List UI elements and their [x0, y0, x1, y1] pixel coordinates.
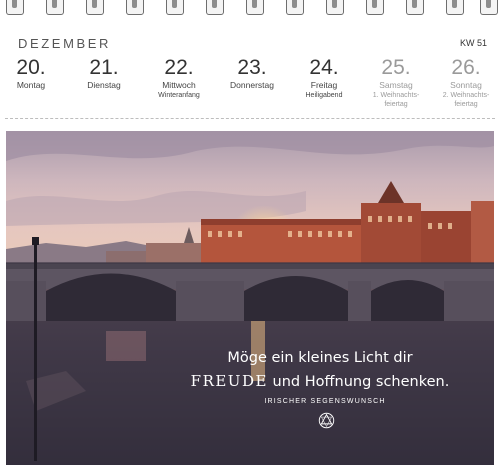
quote-line-2-rest: und Hoffnung schenken.	[267, 374, 450, 390]
quote-emphasis: FREUDE	[190, 372, 268, 390]
binding-ring	[480, 0, 498, 15]
day-name: Samstag	[379, 80, 413, 90]
binding-ring	[46, 0, 64, 15]
day-name: Sonntag	[450, 80, 482, 90]
day-friday: 24. Freitag Heiligabend	[289, 56, 359, 100]
day-note: 1. Weihnachts-	[372, 92, 420, 99]
month-title: DEZEMBER	[18, 36, 112, 51]
day-number: 20.	[16, 56, 46, 79]
day-number: 25.	[381, 56, 411, 79]
photo-illustration	[6, 131, 494, 465]
day-number: 26.	[451, 56, 481, 79]
binding-ring	[366, 0, 384, 15]
binding-ring	[206, 0, 224, 15]
binding-ring	[286, 0, 304, 15]
day-tuesday: 21. Dienstag	[69, 56, 139, 91]
day-note-cont: feiertag	[454, 101, 478, 108]
binding-ring	[326, 0, 344, 15]
day-number: 22.	[164, 56, 194, 79]
day-name: Montag	[16, 80, 46, 90]
quote-line-1: Möge ein kleines Licht dir	[227, 350, 413, 366]
week-number: KW 51	[459, 38, 487, 48]
bridge-photo	[6, 131, 494, 465]
dashed-divider	[5, 118, 495, 119]
day-name: Donnerstag	[230, 80, 274, 90]
celtic-knot-icon	[318, 412, 335, 429]
day-name: Dienstag	[87, 80, 121, 90]
binding-ring	[6, 0, 24, 15]
day-wednesday: 22. Mittwoch Winteranfang	[144, 56, 214, 100]
day-thursday: 23. Donnerstag	[217, 56, 287, 91]
day-note: Winteranfang	[158, 92, 200, 99]
binding-ring	[126, 0, 144, 15]
day-saturday: 25. Samstag 1. Weihnachts- feiertag	[361, 56, 431, 109]
spiral-binding	[0, 0, 500, 24]
day-monday: 20. Montag	[0, 56, 66, 91]
day-number: 21.	[89, 56, 119, 79]
quote-line-2: FREUDE und Hoffnung schenken.	[140, 370, 500, 394]
day-note-cont: feiertag	[384, 101, 408, 108]
day-note: 2. Weihnachts-	[442, 92, 490, 99]
quote-source: IRISCHER SEGENSWUNSCH	[264, 398, 386, 405]
binding-ring	[446, 0, 464, 15]
day-name: Freitag	[310, 80, 338, 90]
quote: Möge ein kleines Licht dir FREUDE und Ho…	[0, 347, 500, 394]
day-number: 24.	[309, 56, 339, 79]
week-days: 20. Montag 21. Dienstag 22. Mittwoch Win…	[0, 56, 500, 112]
day-number: 23.	[237, 56, 267, 79]
day-sunday: 26. Sonntag 2. Weihnachts- feiertag	[431, 56, 500, 109]
day-note: Heiligabend	[305, 92, 343, 99]
day-name: Mittwoch	[162, 80, 196, 90]
binding-ring	[406, 0, 424, 15]
binding-ring	[166, 0, 184, 15]
binding-ring	[246, 0, 264, 15]
binding-ring	[86, 0, 104, 15]
